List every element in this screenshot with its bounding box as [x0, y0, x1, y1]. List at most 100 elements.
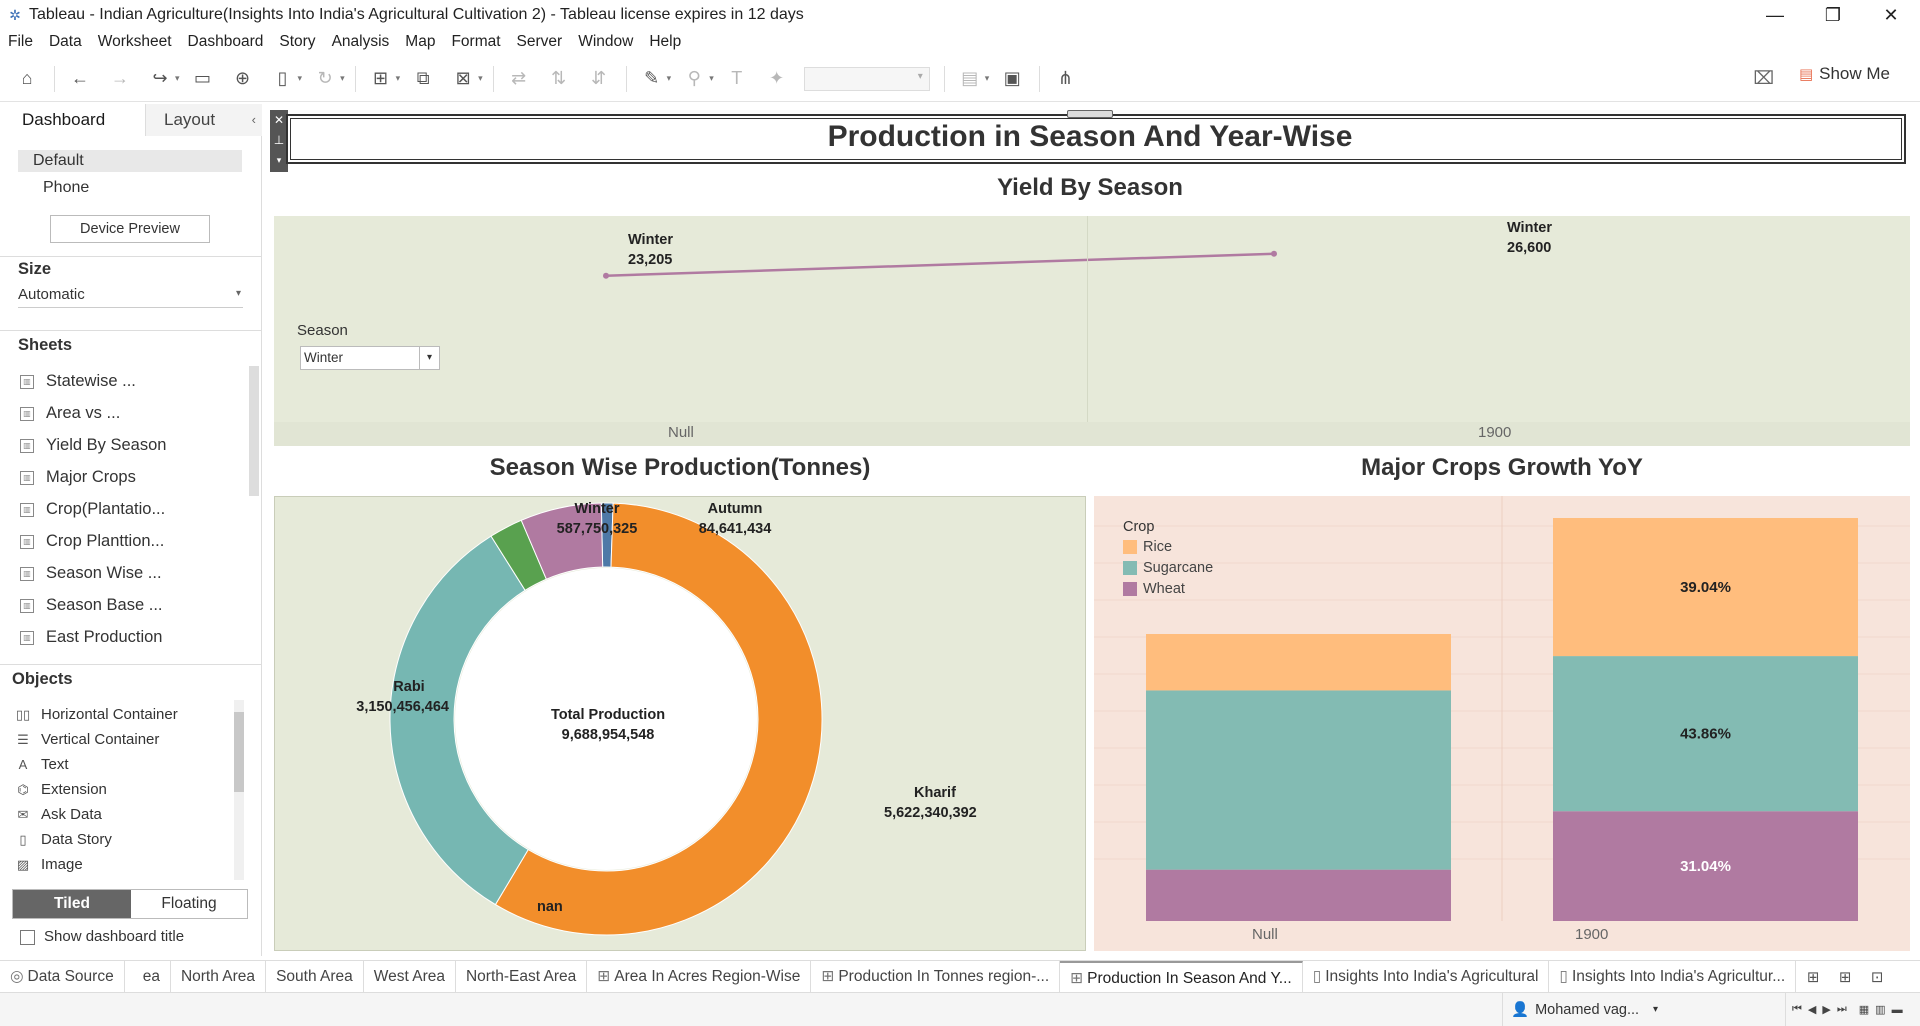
- sheet-item[interactable]: ▥ Crop Planttion...: [20, 532, 164, 551]
- size-select[interactable]: Automatic ▾: [18, 286, 243, 308]
- refresh-icon[interactable]: ↻: [312, 66, 338, 92]
- tabs-view-icon[interactable]: ▬: [1892, 1004, 1903, 1016]
- pause-update-icon[interactable]: ▯: [270, 66, 296, 92]
- tab-layout[interactable]: Layout: [145, 104, 262, 136]
- sheet-item[interactable]: ▥ Season Base ...: [20, 596, 163, 615]
- label-icon[interactable]: T: [724, 66, 750, 92]
- tab-dashboard[interactable]: ⊞ Production In Tonnes region-...: [811, 960, 1061, 993]
- sheet-item[interactable]: ▥ Season Wise ...: [20, 564, 162, 583]
- clear-sheet-icon[interactable]: ⊠: [450, 66, 476, 92]
- redo-icon[interactable]: →: [107, 66, 133, 92]
- tab-dashboard-active[interactable]: ⊞ Production In Season And Y...: [1060, 960, 1303, 993]
- sort-ascending-icon[interactable]: ⇅: [546, 66, 572, 92]
- season-filter-dropdown[interactable]: Winter ▾: [300, 346, 440, 370]
- highlight-icon[interactable]: ✎: [639, 66, 665, 92]
- share-icon[interactable]: ⋔: [1052, 66, 1078, 92]
- fit-select[interactable]: [803, 66, 930, 91]
- duplicate-sheet-icon[interactable]: ⧉: [410, 66, 436, 92]
- tab-dashboard[interactable]: Dashboard: [0, 104, 145, 136]
- season-donut-chart[interactable]: Total Production 9,688,954,548 Kharif 5,62…: [274, 496, 1086, 951]
- highlight-dropdown-icon[interactable]: ▾: [667, 73, 672, 84]
- filmstrip-icon[interactable]: ▥: [1875, 1003, 1885, 1016]
- objects-scrollbar[interactable]: [234, 700, 244, 880]
- menu-worksheet[interactable]: Worksheet: [98, 33, 172, 51]
- tab-data-source[interactable]: ◎ Data Source: [0, 960, 125, 993]
- previous-sheet-icon[interactable]: ◀: [1808, 1003, 1816, 1016]
- object-item[interactable]: ▯▯ Horizontal Container: [15, 706, 178, 723]
- new-worksheet-icon[interactable]: ⊞: [1800, 964, 1826, 990]
- format-brush-icon[interactable]: ⌧: [1753, 68, 1774, 89]
- object-item[interactable]: ▯ Data Story: [15, 831, 111, 848]
- object-item[interactable]: ☰ Vertical Container: [15, 731, 159, 748]
- restore-button[interactable]: ❐: [1804, 0, 1862, 30]
- show-cards-icon[interactable]: ▤: [957, 66, 983, 92]
- new-data-source-icon[interactable]: ⊕: [230, 66, 256, 92]
- show-me-button[interactable]: ▤ Show Me: [1799, 64, 1890, 84]
- tiled-button[interactable]: Tiled: [13, 890, 131, 918]
- tab-story[interactable]: ▯ Insights Into India's Agricultural: [1303, 960, 1550, 993]
- legend-item[interactable]: Wheat: [1123, 581, 1185, 597]
- device-default[interactable]: Default: [33, 152, 84, 170]
- tab-sheet[interactable]: ea: [125, 960, 171, 993]
- undo-icon[interactable]: ←: [67, 66, 93, 92]
- tab-sheet[interactable]: North-East Area: [456, 960, 588, 993]
- show-title-checkbox[interactable]: [20, 930, 35, 945]
- object-item[interactable]: ⌬ Extension: [15, 781, 107, 798]
- replay-dropdown-icon[interactable]: ▾: [175, 73, 180, 84]
- legend-item[interactable]: Rice: [1123, 539, 1172, 555]
- pin-icon[interactable]: ✦: [764, 66, 790, 92]
- tab-sheet[interactable]: South Area: [266, 960, 364, 993]
- replay-icon[interactable]: ↪: [147, 66, 173, 92]
- sheets-scrollbar[interactable]: [249, 366, 259, 496]
- scroll-thumb[interactable]: [234, 712, 244, 792]
- new-sheet-dropdown-icon[interactable]: ▾: [396, 73, 401, 84]
- object-item[interactable]: ▨ Image: [15, 856, 83, 873]
- group-icon[interactable]: ⚲: [681, 66, 707, 92]
- swap-icon[interactable]: ⇄: [506, 66, 532, 92]
- device-preview-button[interactable]: Device Preview: [50, 215, 210, 243]
- next-sheet-icon[interactable]: ▶: [1822, 1003, 1830, 1016]
- sort-descending-icon[interactable]: ⇵: [586, 66, 612, 92]
- device-phone[interactable]: Phone: [43, 179, 89, 197]
- drag-handle-icon[interactable]: [1067, 110, 1113, 118]
- refresh-dropdown-icon[interactable]: ▾: [340, 73, 345, 84]
- new-dashboard-icon[interactable]: ⊞: [1832, 964, 1858, 990]
- collapse-panel-icon[interactable]: ‹: [252, 112, 256, 127]
- sheet-item[interactable]: ▥ Crop(Plantatio...: [20, 500, 165, 519]
- sheet-item[interactable]: ▥ Yield By Season: [20, 436, 166, 455]
- sheet-item[interactable]: ▥ Major Crops: [20, 468, 136, 487]
- sheet-item[interactable]: ▥ Statewise ...: [20, 372, 136, 391]
- yield-chart[interactable]: Null 1900 Winter 23,205 Winter 26,600 Seas…: [274, 216, 1910, 446]
- menu-data[interactable]: Data: [49, 33, 82, 51]
- presentation-mode-icon[interactable]: ▣: [999, 66, 1025, 92]
- object-item[interactable]: A Text: [15, 756, 69, 773]
- pause-dropdown-icon[interactable]: ▾: [298, 73, 303, 84]
- tab-story[interactable]: ▯ Insights Into India's Agricultur...: [1549, 960, 1797, 993]
- first-sheet-icon[interactable]: ⏮: [1792, 1003, 1802, 1016]
- menu-window[interactable]: Window: [578, 33, 633, 51]
- cards-dropdown-icon[interactable]: ▾: [985, 73, 990, 84]
- save-icon[interactable]: ▭: [190, 66, 216, 92]
- user-menu[interactable]: 👤 Mohamed vag... ▾: [1502, 993, 1786, 1026]
- clear-dropdown-icon[interactable]: ▾: [478, 73, 483, 84]
- last-sheet-icon[interactable]: ⏭: [1837, 1003, 1847, 1016]
- object-item[interactable]: ✉ Ask Data: [15, 806, 102, 823]
- new-sheet-icon[interactable]: ⊞: [368, 66, 394, 92]
- menu-dashboard[interactable]: Dashboard: [188, 33, 264, 51]
- new-story-icon[interactable]: ⊡: [1864, 964, 1890, 990]
- crops-bar-chart[interactable]: 31.04% 43.86% 39.04% Crop Rice Sugarcane W…: [1094, 496, 1910, 951]
- show-sheet-sorter-icon[interactable]: ▦: [1859, 1003, 1869, 1016]
- menu-map[interactable]: Map: [405, 33, 435, 51]
- tab-dashboard[interactable]: ⊞ Area In Acres Region-Wise: [587, 960, 812, 993]
- legend-item[interactable]: Sugarcane: [1123, 560, 1213, 576]
- floating-button[interactable]: Floating: [131, 890, 247, 918]
- menu-format[interactable]: Format: [451, 33, 500, 51]
- tab-sheet[interactable]: West Area: [364, 960, 456, 993]
- menu-file[interactable]: File: [8, 33, 33, 51]
- menu-help[interactable]: Help: [649, 33, 681, 51]
- sheet-item[interactable]: ▥ Area vs ...: [20, 404, 120, 423]
- tab-sheet[interactable]: North Area: [171, 960, 267, 993]
- group-dropdown-icon[interactable]: ▾: [709, 73, 714, 84]
- menu-analysis[interactable]: Analysis: [332, 33, 390, 51]
- menu-story[interactable]: Story: [279, 33, 315, 51]
